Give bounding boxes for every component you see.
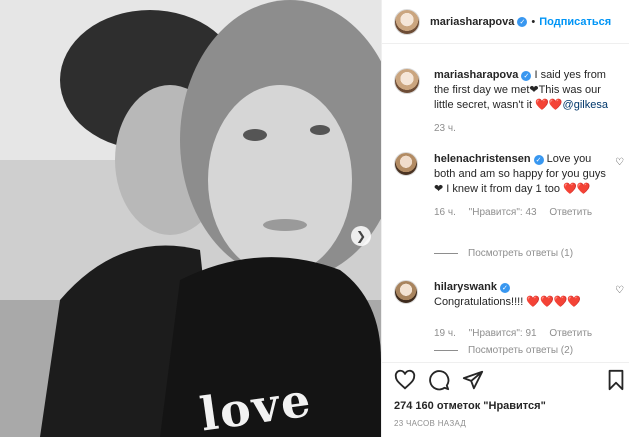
comments-section: mariasharapova ✓ I said yes from the firs… (382, 44, 629, 362)
caption-body: mariasharapova ✓ I said yes from the firs… (434, 68, 614, 136)
action-icons (394, 369, 484, 391)
verified-badge-icon: ✓ (517, 16, 528, 27)
comment-meta: 16 ч. "Нравится": 43 Ответить (434, 205, 614, 220)
photo-illustration (0, 0, 381, 437)
chevron-right-icon[interactable]: ❯ (351, 226, 371, 246)
view-replies-label: Посмотреть ответы (2) (468, 345, 574, 356)
comment-body: helenachristensen ✓ Love you both and am … (434, 152, 614, 220)
comment-likes[interactable]: "Нравится": 91 (469, 328, 537, 339)
verified-badge-icon: ✓ (521, 71, 532, 81)
comment-meta: 19 ч. "Нравится": 91 Ответить (434, 326, 614, 341)
comment-avatar[interactable] (394, 152, 418, 176)
comment-avatar[interactable] (394, 280, 418, 304)
bookmark-icon[interactable] (606, 369, 626, 391)
post-side-panel: mariasharapova ✓ • Подписаться mariashar… (381, 0, 629, 437)
reply-button[interactable]: Ответить (549, 328, 592, 339)
share-icon[interactable] (462, 369, 484, 391)
comment-time[interactable]: 16 ч. (434, 207, 456, 218)
replies-divider (434, 350, 458, 351)
comment-author[interactable]: helenachristensen (434, 153, 531, 165)
comment-likes[interactable]: "Нравится": 43 (469, 207, 537, 218)
comment-body: hilaryswank ✓ Congratulations!!!! ❤️❤️❤️❤… (434, 280, 614, 341)
caption-meta: 23 ч. (434, 121, 614, 136)
caption-time[interactable]: 23 ч. (434, 123, 456, 134)
comment-icon[interactable] (428, 369, 450, 391)
author-username[interactable]: mariasharapova (430, 16, 514, 28)
post-header: mariasharapova ✓ • Подписаться (382, 0, 629, 44)
verified-badge-icon: ✓ (533, 155, 544, 165)
follow-button[interactable]: Подписаться (539, 16, 611, 28)
post-actions: 274 160 отметок "Нравится" 23 ЧАСОВ НАЗА… (382, 362, 629, 437)
post-timestamp[interactable]: 23 ЧАСОВ НАЗАД (394, 419, 466, 428)
likes-count[interactable]: 274 160 отметок "Нравится" (394, 400, 546, 412)
caption-mention[interactable]: @gilkesa (563, 99, 608, 111)
comment-author[interactable]: hilaryswank (434, 281, 497, 293)
comment-item: helenachristensen ✓ Love you both and am … (394, 152, 624, 242)
caption: mariasharapova ✓ I said yes from the firs… (394, 68, 624, 148)
reply-button[interactable]: Ответить (549, 207, 592, 218)
replies-divider (434, 253, 458, 254)
caption-avatar[interactable] (394, 68, 420, 94)
comment-text: Congratulations!!!! ❤️❤️❤️❤️ (434, 296, 582, 308)
view-replies[interactable]: Посмотреть ответы (2) (434, 345, 573, 356)
author-avatar[interactable] (394, 8, 420, 35)
verified-badge-icon: ✓ (499, 283, 510, 293)
comment-like-heart-icon[interactable]: ♡ (615, 157, 624, 168)
heart-icon[interactable] (394, 369, 416, 391)
separator-dot: • (531, 15, 536, 28)
comment-item: hilaryswank ✓ Congratulations!!!! ❤️❤️❤️❤… (394, 280, 624, 340)
view-replies[interactable]: Посмотреть ответы (1) (434, 248, 573, 259)
view-replies-label: Посмотреть ответы (1) (468, 248, 574, 259)
caption-author[interactable]: mariasharapova (434, 69, 518, 81)
comment-like-heart-icon[interactable]: ♡ (615, 285, 624, 296)
post-photo[interactable]: love ❯ (0, 0, 381, 437)
comment-time[interactable]: 19 ч. (434, 328, 456, 339)
